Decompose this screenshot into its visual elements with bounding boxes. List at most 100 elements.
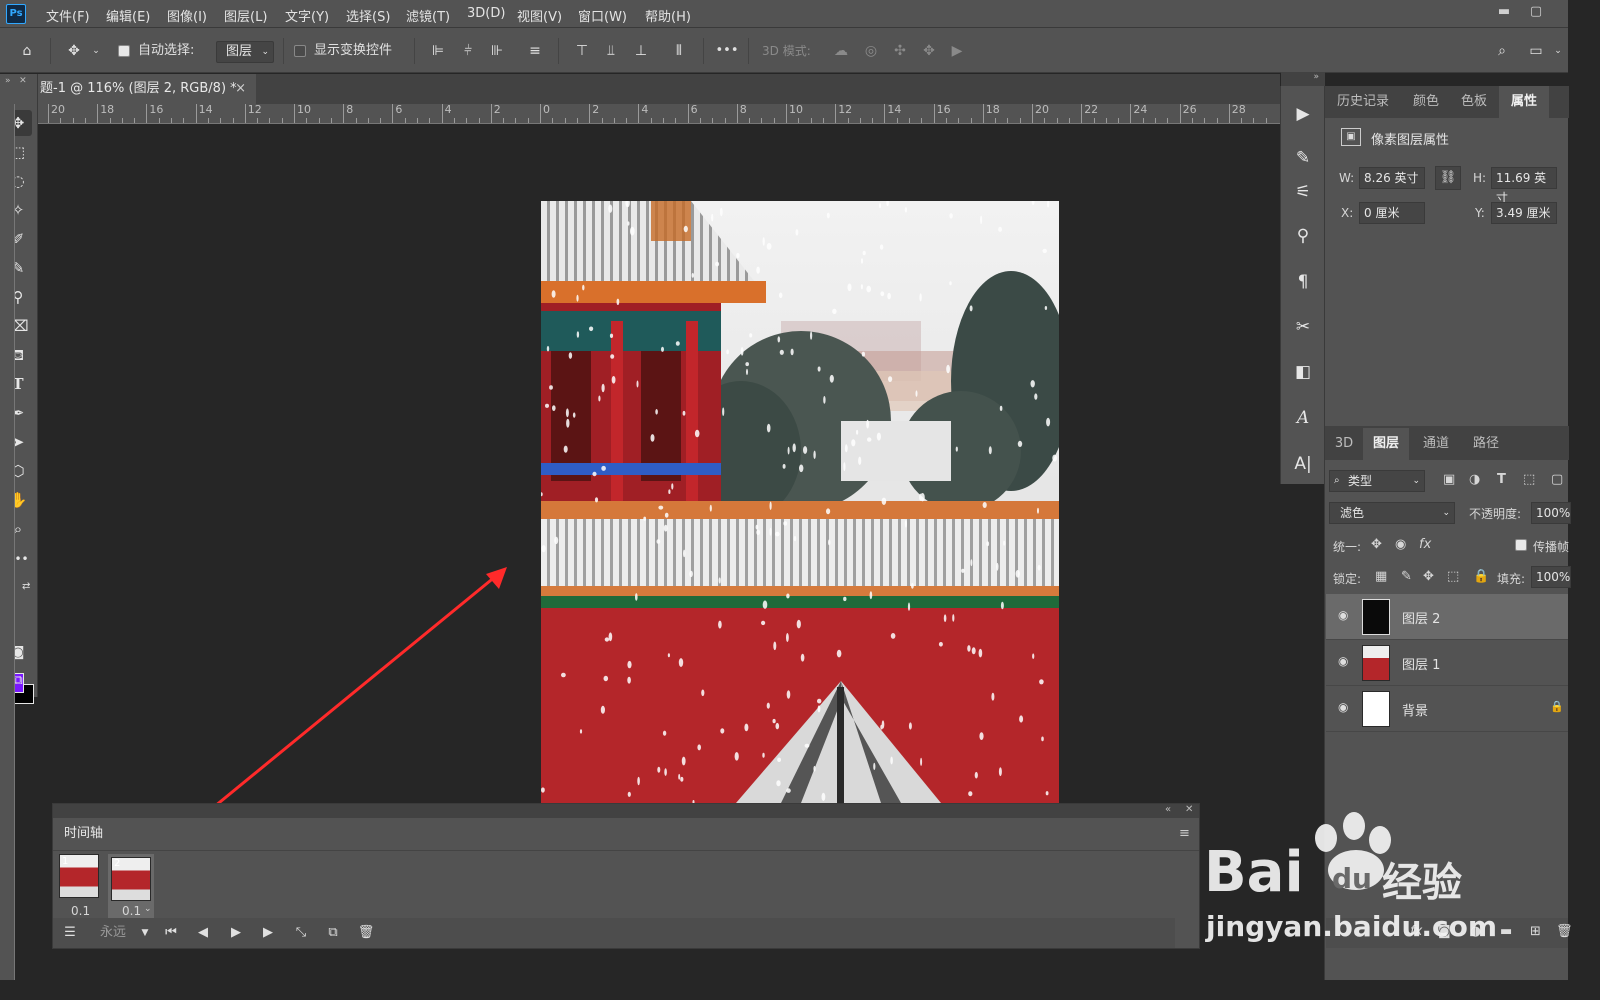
tab-swatches[interactable]: 色板	[1451, 86, 1497, 118]
document-canvas[interactable]	[541, 201, 1059, 803]
align-right-icon[interactable]: ⊪	[487, 40, 507, 62]
3d-orbit-icon[interactable]: ☁	[830, 40, 852, 62]
menu-filter[interactable]: 滤镜(T)	[406, 6, 450, 25]
close-tab-icon[interactable]: ×	[235, 74, 246, 104]
restore-button[interactable]: ▢	[1524, 4, 1548, 22]
filter-smart-icon[interactable]: ▢	[1551, 472, 1563, 487]
width-field[interactable]: 8.26 英寸	[1359, 167, 1425, 189]
filter-shape-icon[interactable]: ⬚	[1523, 472, 1535, 487]
tab-properties[interactable]: 属性	[1499, 86, 1549, 118]
move-icon[interactable]: ✥	[60, 40, 88, 62]
panel-menu-icon[interactable]: ≡	[1179, 826, 1190, 841]
frame-2[interactable]: 2 0.1 ⌄	[108, 854, 154, 918]
chevron-down-icon[interactable]: ⌄	[144, 904, 152, 914]
close-panel-icon[interactable]: ✕	[1185, 804, 1193, 815]
x-field[interactable]: 0 厘米	[1359, 202, 1425, 224]
blend-mode-dropdown[interactable]: 滤色 ⌄	[1329, 502, 1455, 524]
delete-frame-icon[interactable]: 🗑	[357, 922, 375, 944]
duplicate-frame-icon[interactable]: ⧉	[324, 922, 342, 944]
unify-style-icon[interactable]: fx	[1419, 537, 1431, 552]
link-icon[interactable]: ⛓	[1435, 166, 1461, 190]
frame-delay[interactable]: 0.1	[71, 904, 90, 918]
3d-drag-icon[interactable]: ✣	[889, 40, 911, 62]
distribute-vertical-icon[interactable]: ⫴	[668, 40, 690, 62]
layer-filter-dropdown[interactable]: ⌕ 类型 ⌄	[1329, 470, 1425, 492]
menu-file[interactable]: 文件(F)	[46, 6, 90, 25]
play-icon[interactable]: ▶	[226, 922, 246, 944]
tab-3d[interactable]: 3D	[1331, 428, 1357, 460]
lock-all-icon[interactable]: 🔒	[1473, 569, 1489, 584]
tab-color[interactable]: 颜色	[1403, 86, 1449, 118]
document-tab[interactable]: 题-1 @ 116% (图层 2, RGB/8) * ×	[38, 74, 256, 104]
collapse-toolbar-icon[interactable]: » ✕	[0, 74, 38, 88]
brush-settings-icon[interactable]: ✎	[1289, 144, 1317, 172]
opacity-field[interactable]: 100%	[1531, 502, 1571, 524]
visibility-eye-icon[interactable]: ◉	[1338, 654, 1348, 668]
first-frame-icon[interactable]: ⏮	[162, 922, 180, 944]
convert-timeline-icon[interactable]: ☰	[60, 922, 80, 944]
unify-position-icon[interactable]: ✥	[1371, 537, 1382, 552]
adjustments-icon[interactable]: ⚟	[1289, 178, 1317, 206]
auto-select-checkbox[interactable]	[118, 45, 130, 61]
filter-adjustment-icon[interactable]: ◑	[1469, 472, 1480, 487]
fill-field[interactable]: 100%	[1531, 566, 1571, 588]
auto-select-dropdown[interactable]: 图层 ⌄	[216, 41, 274, 63]
show-transform-checkbox[interactable]	[294, 45, 306, 61]
character-styles-icon[interactable]: A	[1289, 404, 1317, 432]
search-icon[interactable]: ⌕	[1490, 40, 1514, 62]
chevron-down-icon[interactable]: ⌄	[90, 40, 102, 62]
tab-history[interactable]: 历史记录	[1329, 86, 1397, 118]
timeline-tab[interactable]: 时间轴	[53, 818, 113, 850]
menu-edit[interactable]: 编辑(E)	[106, 6, 150, 25]
visibility-eye-icon[interactable]: ◉	[1338, 608, 1348, 622]
tween-icon[interactable]: ⤡	[292, 922, 310, 944]
tab-channels[interactable]: 通道	[1413, 428, 1459, 460]
character-icon[interactable]: A|	[1289, 450, 1317, 478]
frame-delay[interactable]: 0.1	[122, 904, 141, 918]
menu-type[interactable]: 文字(Y)	[285, 6, 329, 25]
paragraph-icon[interactable]: ¶	[1289, 268, 1317, 296]
home-icon[interactable]: ⌂	[14, 40, 40, 62]
align-top-icon[interactable]: ⊤	[572, 40, 592, 62]
tab-layers[interactable]: 图层	[1363, 428, 1409, 460]
lock-transparent-icon[interactable]: ▦	[1375, 569, 1387, 584]
frame-1[interactable]: 1 0.1	[59, 854, 105, 918]
minimize-button[interactable]: ▬	[1492, 4, 1516, 22]
filter-pixel-icon[interactable]: ▣	[1443, 472, 1455, 487]
lock-artboard-icon[interactable]: ⬚	[1447, 569, 1459, 584]
3d-roll-icon[interactable]: ◎	[860, 40, 882, 62]
menu-select[interactable]: 选择(S)	[346, 6, 390, 25]
align-vcenter-icon[interactable]: ⫫	[601, 40, 621, 62]
y-field[interactable]: 3.49 厘米	[1491, 202, 1557, 224]
next-frame-icon[interactable]: ▶	[259, 922, 277, 944]
menu-layer[interactable]: 图层(L)	[224, 6, 267, 25]
menu-view[interactable]: 视图(V)	[517, 6, 562, 25]
actions-icon[interactable]: ▶	[1289, 100, 1317, 128]
filter-type-icon[interactable]: T	[1497, 472, 1506, 487]
expand-panels-icon[interactable]: »	[1281, 72, 1325, 86]
swap-colors-icon[interactable]: ⇄	[22, 581, 30, 592]
3d-slide-icon[interactable]: ✥	[918, 40, 940, 62]
distribute-icon[interactable]: ≡	[524, 40, 546, 62]
menu-help[interactable]: 帮助(H)	[645, 6, 691, 25]
collapse-panel-icon[interactable]: «	[1165, 804, 1171, 815]
align-left-icon[interactable]: ⊫	[428, 40, 448, 62]
menu-image[interactable]: 图像(I)	[167, 6, 207, 25]
align-hcenter-icon[interactable]: ⫩	[458, 40, 478, 62]
layer-row-background[interactable]: ◉ 背景 🔒	[1326, 686, 1568, 732]
unify-visibility-icon[interactable]: ◉	[1395, 537, 1406, 552]
layer-row-layer2[interactable]: ◉ 图层 2	[1326, 594, 1568, 640]
menu-3d[interactable]: 3D(D)	[467, 6, 505, 21]
visibility-eye-icon[interactable]: ◉	[1338, 700, 1348, 714]
menu-window[interactable]: 窗口(W)	[578, 6, 627, 25]
tools-presets-icon[interactable]: ✂	[1289, 313, 1317, 341]
propagate-checkbox[interactable]	[1515, 539, 1527, 555]
loop-dropdown[interactable]: 永远	[96, 922, 130, 944]
lock-pixels-icon[interactable]: ✎	[1401, 569, 1412, 584]
chevron-down-icon[interactable]: ▼	[138, 922, 152, 944]
layer-row-layer1[interactable]: ◉ 图层 1	[1326, 640, 1568, 686]
3d-camera-icon[interactable]: ▶	[946, 40, 968, 62]
previous-frame-icon[interactable]: ◀	[194, 922, 212, 944]
tab-paths[interactable]: 路径	[1463, 428, 1509, 460]
workspace-icon[interactable]: ▭	[1524, 40, 1548, 62]
